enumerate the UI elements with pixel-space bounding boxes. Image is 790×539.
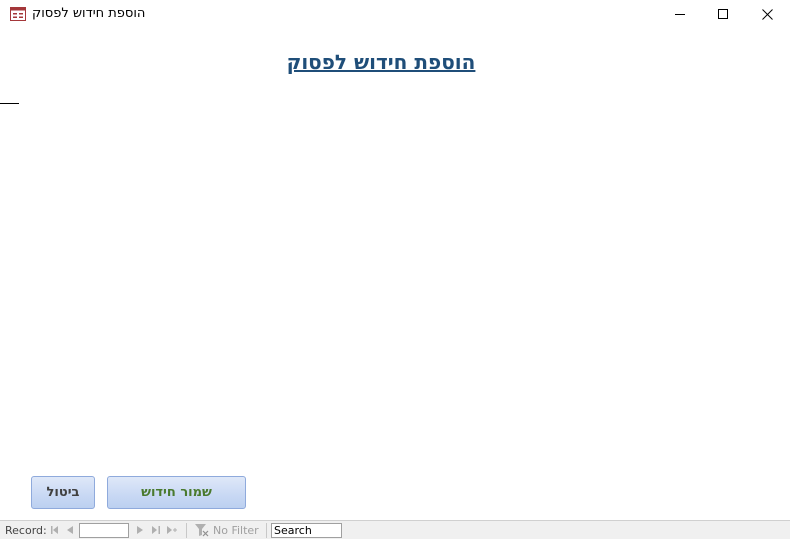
next-record-icon[interactable] bbox=[135, 524, 145, 536]
minimize-button[interactable] bbox=[657, 0, 703, 28]
form-icon bbox=[10, 6, 26, 21]
close-button[interactable] bbox=[744, 0, 790, 28]
no-filter-label[interactable]: No Filter bbox=[213, 524, 259, 537]
record-navigation-bar: Record: No Filter Search bbox=[0, 520, 790, 539]
window-titlebar: הוספת חידוש לפסוק bbox=[0, 0, 790, 28]
previous-record-icon[interactable] bbox=[65, 524, 75, 536]
search-input[interactable]: Search bbox=[271, 523, 342, 538]
nav-separator bbox=[266, 523, 267, 538]
last-record-icon[interactable] bbox=[151, 524, 161, 536]
window-title: הוספת חידוש לפסוק bbox=[32, 6, 146, 21]
line-divider bbox=[0, 103, 19, 104]
minimize-icon bbox=[675, 9, 685, 19]
first-record-icon[interactable] bbox=[50, 524, 60, 536]
nav-separator bbox=[186, 523, 187, 538]
close-icon bbox=[761, 8, 773, 20]
no-filter-icon[interactable] bbox=[195, 524, 209, 537]
form-heading: הוספת חידוש לפסוק bbox=[286, 50, 476, 74]
record-label: Record: bbox=[5, 524, 47, 537]
cancel-button[interactable]: ביטול bbox=[31, 476, 95, 509]
maximize-button[interactable] bbox=[700, 0, 746, 28]
current-record-field[interactable] bbox=[79, 523, 129, 538]
new-record-icon[interactable] bbox=[167, 524, 177, 536]
maximize-icon bbox=[718, 9, 728, 19]
save-button[interactable]: שמור חידוש bbox=[107, 476, 246, 509]
